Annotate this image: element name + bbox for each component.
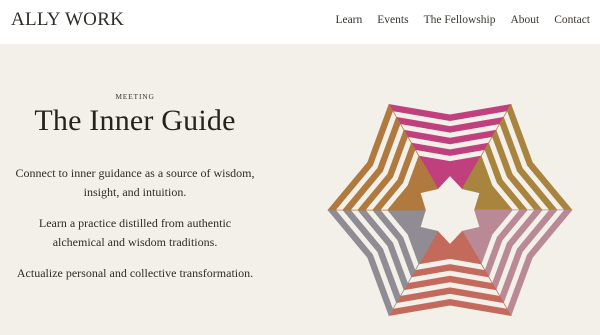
- nav-item-events[interactable]: Events: [377, 14, 408, 26]
- hero-paragraph-2: Learn a practice distilled from authenti…: [0, 214, 270, 252]
- hero-text-section: MEETING The Inner Guide Connect to inner…: [0, 44, 300, 335]
- hero-paragraph-2-line-1: Learn a practice distilled from authenti…: [38, 216, 232, 230]
- hero-title: The Inner Guide: [34, 104, 236, 137]
- nav-item-contact[interactable]: Contact: [554, 14, 590, 26]
- hero-paragraph-1: Connect to inner guidance as a source of…: [0, 164, 270, 202]
- brand-logo[interactable]: ALLY WORK: [11, 9, 124, 31]
- nav-item-learn[interactable]: Learn: [335, 14, 362, 26]
- hero-paragraph-1-line-1: Connect to inner guidance as a source of…: [15, 166, 255, 180]
- main-nav: Learn Events The Fellowship About Contac…: [320, 14, 590, 26]
- hero-eyebrow: MEETING: [115, 92, 155, 101]
- hero-paragraph-2-line-2: alchemical and wisdom traditions.: [52, 235, 218, 249]
- hero-paragraph-3: Actualize personal and collective transf…: [16, 266, 254, 280]
- nav-item-the-fellowship[interactable]: The Fellowship: [424, 14, 496, 26]
- hero-paragraph-1-line-2: insight, and intuition.: [83, 185, 187, 199]
- top-navigation-bar: ALLY WORK Learn Events The Fellowship Ab…: [0, 0, 600, 44]
- nav-item-about[interactable]: About: [510, 14, 539, 26]
- hexagram-artwork: [327, 103, 573, 317]
